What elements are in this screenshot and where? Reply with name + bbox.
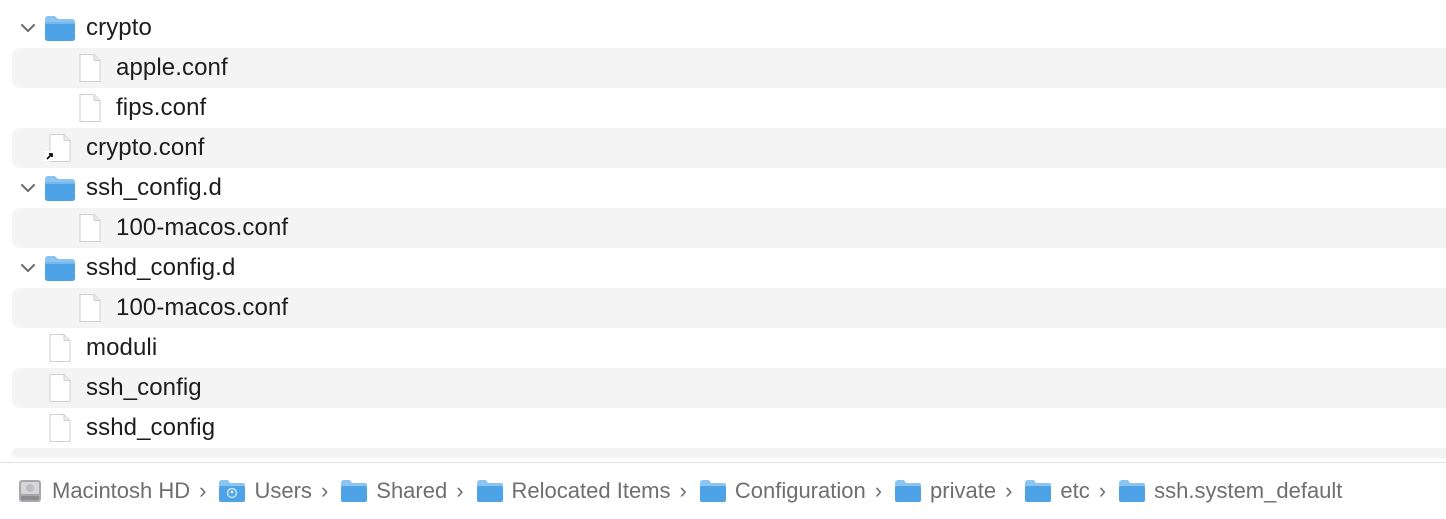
path-item-configuration[interactable]: Configuration: [699, 478, 866, 504]
document-icon: [74, 94, 106, 122]
breadcrumb-separator: ›: [199, 478, 207, 503]
breadcrumb-separator: ›: [1098, 478, 1107, 503]
chevron-down-icon[interactable]: [20, 16, 36, 40]
list-item[interactable]: moduli: [12, 328, 1446, 368]
folder-icon: [1118, 479, 1146, 503]
item-name: crypto: [86, 14, 152, 41]
breadcrumb-separator: ›: [679, 478, 687, 503]
list-item[interactable]: fips.conf: [12, 88, 1446, 128]
list-item[interactable]: sshd_config: [12, 408, 1446, 448]
list-item[interactable]: ssh_config.d: [12, 168, 1446, 208]
alias-document-icon: [44, 134, 76, 162]
document-icon: [44, 414, 76, 442]
folder-icon: [44, 14, 76, 42]
path-item-label: Shared: [376, 478, 448, 503]
file-list: crypto apple.conf fips.conf crypto.conf …: [0, 8, 1446, 458]
folder-icon: [476, 479, 504, 503]
path-item-label: Users: [254, 478, 312, 503]
folder-icon: [340, 479, 368, 503]
breadcrumb-separator: ›: [1005, 478, 1013, 503]
path-item-users[interactable]: Users: [218, 478, 312, 504]
path-item-relocated-items[interactable]: Relocated Items: [476, 478, 671, 504]
list-item[interactable]: ssh_config: [12, 368, 1446, 408]
path-item-etc[interactable]: etc: [1024, 478, 1090, 504]
breadcrumb-separator: ›: [456, 478, 464, 503]
users-folder-icon: [218, 479, 246, 503]
path-item-macintosh-hd[interactable]: Macintosh HD: [16, 478, 190, 504]
item-name: ssh_config: [86, 374, 202, 401]
path-item-label: Relocated Items: [511, 478, 671, 503]
path-item-shared[interactable]: Shared: [340, 478, 447, 504]
breadcrumb: Macintosh HD › Users › Shared › Relocate…: [16, 476, 1342, 506]
item-name: 100-macos.conf: [116, 294, 289, 321]
document-icon: [74, 294, 106, 322]
item-name: 100-macos.conf: [116, 214, 289, 241]
item-name: fips.conf: [116, 94, 207, 121]
folder-icon: [894, 479, 922, 503]
document-icon: [74, 214, 106, 242]
folder-icon: [44, 174, 76, 202]
path-item-private[interactable]: private: [894, 478, 996, 504]
item-name: apple.conf: [116, 54, 228, 81]
list-item[interactable]: crypto: [12, 8, 1446, 48]
item-name: moduli: [86, 334, 158, 361]
chevron-down-icon[interactable]: [20, 176, 36, 200]
folder-icon: [1024, 479, 1052, 503]
path-item-label: private: [930, 478, 997, 503]
item-name: crypto.conf: [86, 134, 205, 161]
item-name: sshd_config: [86, 414, 216, 441]
list-item[interactable]: crypto.conf: [12, 128, 1446, 168]
list-item[interactable]: 100-macos.conf: [12, 288, 1446, 328]
hard-drive-icon: [16, 479, 44, 503]
chevron-down-icon[interactable]: [20, 256, 36, 280]
item-name: sshd_config.d: [86, 254, 236, 281]
path-item-label: Configuration: [734, 478, 866, 503]
breadcrumb-separator: ›: [874, 478, 883, 503]
list-item[interactable]: apple.conf: [12, 48, 1446, 88]
list-filler-row: [12, 448, 1446, 458]
item-name: ssh_config.d: [86, 174, 222, 201]
breadcrumb-separator: ›: [320, 478, 329, 503]
path-item-label: Macintosh HD: [52, 478, 191, 503]
list-item[interactable]: sshd_config.d: [12, 248, 1446, 288]
folder-icon: [699, 479, 727, 503]
path-item-label: etc: [1060, 478, 1090, 503]
path-item-ssh-system-default[interactable]: ssh.system_default: [1118, 478, 1342, 504]
document-icon: [44, 374, 76, 402]
list-item[interactable]: 100-macos.conf: [12, 208, 1446, 248]
folder-icon: [44, 254, 76, 282]
document-icon: [74, 54, 106, 82]
path-item-label: ssh.system_default: [1154, 478, 1343, 503]
document-icon: [44, 334, 76, 362]
path-bar: Macintosh HD › Users › Shared › Relocate…: [0, 462, 1446, 519]
